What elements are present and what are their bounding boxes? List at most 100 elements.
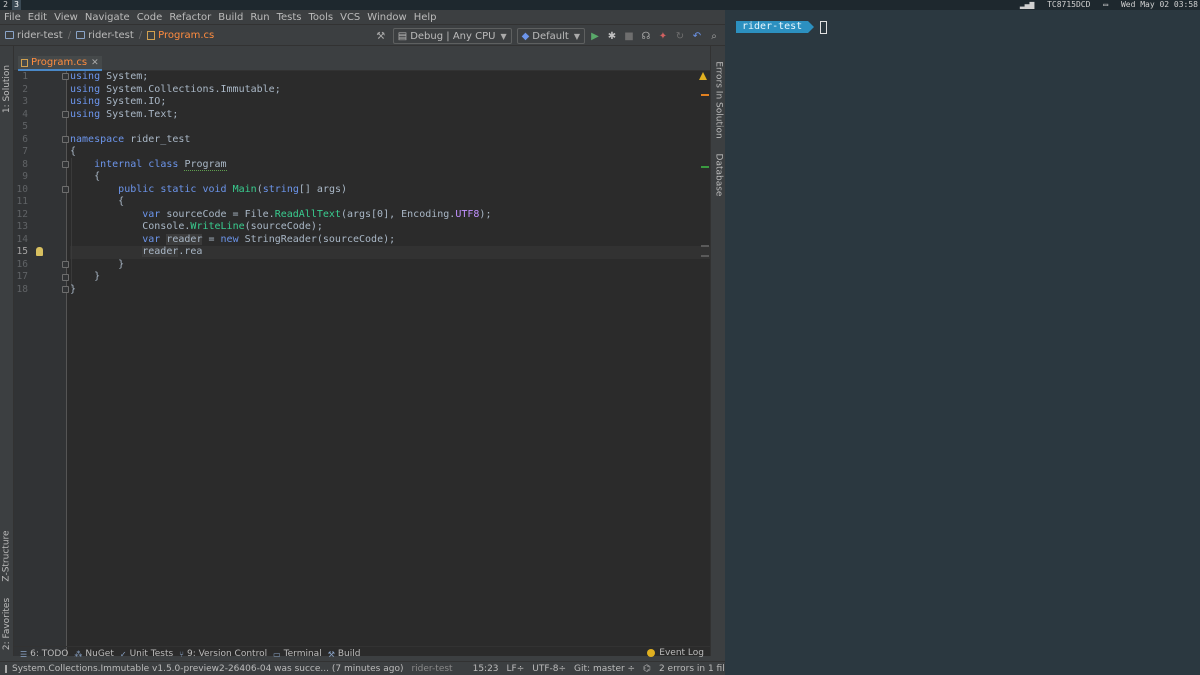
stripe-info-mark[interactable] [701, 166, 709, 168]
debug-icon[interactable]: ✱ [605, 29, 619, 43]
line-number: 18 [16, 283, 28, 295]
stripe-caret-mark [701, 255, 709, 257]
run-config-selector[interactable]: ◆ Default ▼ [516, 28, 585, 44]
status-line-endings[interactable]: LF÷ [507, 664, 525, 674]
menu-bar: File Edit View Navigate Code Refactor Bu… [0, 10, 725, 24]
stop-icon[interactable]: ■ [622, 29, 636, 43]
menu-file[interactable]: File [4, 12, 21, 23]
line-number: 5 [22, 121, 28, 132]
tool-button-terminal[interactable]: ▭ Terminal [273, 649, 322, 659]
editor-tab-program-cs[interactable]: Program.cs ✕ [18, 56, 102, 71]
code-line-1: using System; [70, 71, 149, 82]
line-number: 11 [16, 196, 28, 207]
tool-button-event-log[interactable]: Event Log [647, 648, 704, 658]
run-icon[interactable]: ▶ [588, 29, 602, 43]
rider-ide-window: File Edit View Navigate Code Refactor Bu… [0, 10, 725, 675]
error-stripe[interactable] [699, 71, 710, 656]
line-number: 6 [22, 133, 28, 145]
fold-marker[interactable] [62, 274, 69, 281]
search-icon[interactable]: ⌕ [707, 29, 721, 43]
menu-refactor[interactable]: Refactor [169, 12, 211, 23]
coverage-icon[interactable]: ☊ [639, 29, 653, 43]
history-icon[interactable]: ↻ [673, 29, 687, 43]
code-line-14: var reader = new StringReader(sourceCode… [142, 233, 396, 245]
status-git-branch[interactable]: Git: master ÷ [574, 664, 635, 674]
status-message[interactable]: System.Collections.Immutable v1.5.0-prev… [12, 664, 403, 674]
breadcrumb-solution[interactable]: rider-test / [5, 30, 71, 41]
window-manager-bar: 2 3 ▂▄▆ TC8715DCD ▭ Wed May 02 03:58 [0, 0, 1200, 10]
breadcrumb-label: rider-test [17, 29, 63, 41]
status-caret-position[interactable]: 15:23 [473, 664, 499, 674]
tool-tab-favorites[interactable]: 2: Favorites [0, 594, 14, 654]
breadcrumb-file[interactable]: Program.cs [147, 30, 214, 41]
fold-marker[interactable] [62, 73, 69, 80]
menu-navigate[interactable]: Navigate [85, 12, 130, 23]
breadcrumb-separator: / [67, 29, 72, 41]
terminal-cursor [820, 20, 828, 34]
status-encoding[interactable]: UTF-8÷ [532, 664, 566, 674]
menu-vcs[interactable]: VCS [340, 12, 360, 23]
tool-button-unit-tests[interactable]: ✓ Unit Tests [120, 649, 173, 659]
undo-icon[interactable]: ↶ [690, 29, 704, 43]
unit-tests-icon: ✓ [119, 649, 127, 659]
menu-run[interactable]: Run [250, 12, 269, 23]
code-editor[interactable]: 1 2 3 4 5 6 7 8 9 10 11 12 13 14 15 16 1… [14, 71, 710, 656]
status-project[interactable]: rider-test [411, 664, 452, 674]
tool-button-build[interactable]: ⚒ Build [328, 649, 361, 659]
tool-tab-solution[interactable]: 1: Solution [0, 54, 14, 124]
menu-build[interactable]: Build [218, 12, 243, 23]
line-number: 10 [16, 183, 28, 195]
code-line-3: using System.IO; [70, 96, 167, 107]
workspace-2[interactable]: 2 [1, 0, 10, 10]
tool-button-todo[interactable]: ☰ 6: TODO [20, 649, 68, 659]
breadcrumb-separator: / [138, 29, 143, 41]
menu-help[interactable]: Help [414, 12, 437, 23]
clock: Wed May 02 03:58 [1120, 0, 1198, 9]
tool-tab-database[interactable]: Database [711, 150, 725, 200]
code-line-8: internal class Program [94, 158, 227, 171]
close-icon[interactable]: ✕ [91, 58, 99, 68]
breadcrumb-label: rider-test [88, 29, 134, 41]
editor-tab-label: Program.cs [31, 57, 88, 68]
menu-tests[interactable]: Tests [277, 12, 302, 23]
todo-icon: ☰ [20, 649, 28, 659]
configuration-selector[interactable]: ▤ Debug | Any CPU ▼ [392, 28, 512, 44]
line-number: 14 [16, 233, 28, 245]
stripe-warning-mark[interactable] [701, 94, 709, 96]
fold-marker[interactable] [62, 111, 69, 118]
run-toolbar: ⚒ ▤ Debug | Any CPU ▼ ◆ Default ▼ ▶ ✱ ■ … [371, 27, 721, 45]
fold-marker[interactable] [62, 261, 69, 268]
terminal-window[interactable]: rider-test [725, 10, 1200, 675]
tool-tab-errors-in-solution[interactable]: Errors In Solution [711, 52, 725, 148]
menu-view[interactable]: View [54, 12, 78, 23]
line-number: 7 [22, 146, 28, 157]
breadcrumb-project[interactable]: rider-test / [76, 30, 142, 41]
menu-tools[interactable]: Tools [308, 12, 333, 23]
fold-marker[interactable] [62, 186, 69, 193]
profile-icon[interactable]: ✦ [656, 29, 670, 43]
toggle-tool-windows-icon[interactable] [5, 664, 7, 673]
workspace-3[interactable]: 3 [12, 0, 21, 10]
tool-button-nuget[interactable]: ⁂ NuGet [74, 649, 113, 659]
warning-icon[interactable] [699, 72, 707, 80]
csharp-file-icon [21, 58, 28, 67]
lock-icon[interactable]: ⌬ [643, 664, 651, 674]
menu-window[interactable]: Window [367, 12, 406, 23]
fold-marker[interactable] [62, 136, 69, 143]
code-line-6: namespace rider_test [70, 133, 191, 145]
tool-window-bar: ☰ 6: TODO ⁂ NuGet ✓ Unit Tests ⑂ 9: Version … [14, 646, 710, 661]
fold-marker[interactable] [62, 161, 69, 168]
build-solution-icon[interactable]: ⚒ [374, 29, 388, 43]
battery-icon: ▭ [1103, 0, 1109, 9]
menu-code[interactable]: Code [137, 12, 163, 23]
tool-button-version-control[interactable]: ⑂ 9: Version Control [179, 649, 267, 659]
status-errors[interactable]: 2 errors in 1 file [659, 664, 725, 674]
chevron-down-icon: ▼ [573, 31, 580, 41]
code-area[interactable]: using System; using System.Collections.I… [70, 71, 710, 656]
lightbulb-icon[interactable] [36, 247, 43, 256]
build-icon: ⚒ [327, 649, 335, 659]
hostname: TC8715DCD [1047, 0, 1091, 9]
fold-marker[interactable] [62, 286, 69, 293]
tool-tab-structure[interactable]: Z-Structure [0, 516, 14, 596]
menu-edit[interactable]: Edit [28, 12, 47, 23]
